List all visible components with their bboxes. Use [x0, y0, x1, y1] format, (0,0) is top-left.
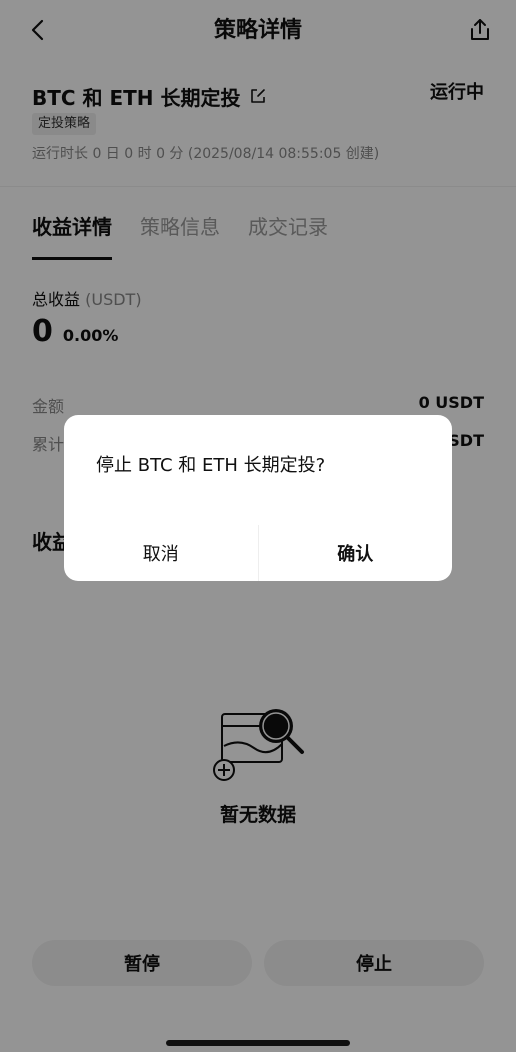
dialog-cancel-button[interactable]: 取消: [64, 525, 258, 581]
strategy-detail-screen: 策略详情 BTC 和 ETH 长期定投 运行中 定投策略 运行时长 0 日 0 …: [0, 0, 516, 1052]
stop-confirm-dialog: 停止 BTC 和 ETH 长期定投? 取消 确认: [64, 415, 452, 581]
dialog-confirm-button[interactable]: 确认: [259, 525, 453, 581]
dialog-actions: 取消 确认: [64, 525, 452, 581]
dialog-message: 停止 BTC 和 ETH 长期定投?: [96, 455, 326, 476]
home-indicator: [166, 1040, 350, 1046]
